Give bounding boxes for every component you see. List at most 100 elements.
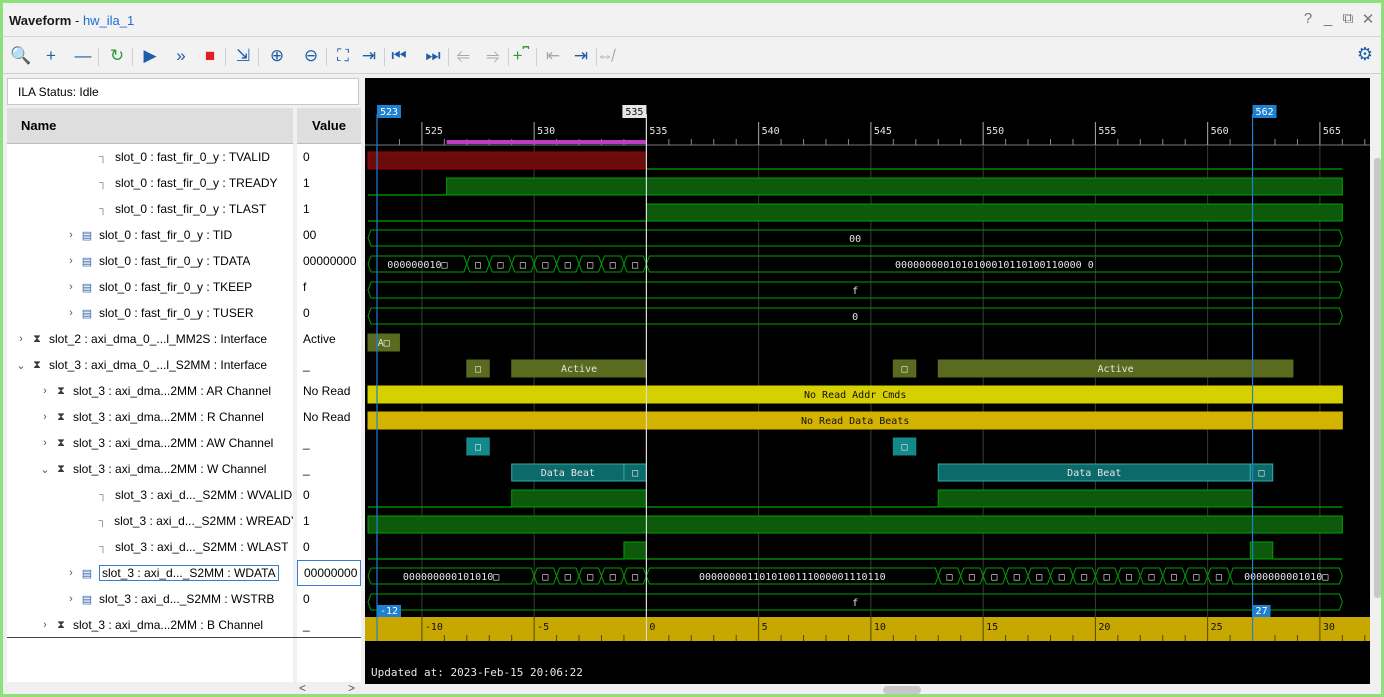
search-icon[interactable]: 🔍 (9, 44, 33, 68)
signal-value[interactable]: 1 (297, 170, 361, 196)
signal-value[interactable]: _ (297, 430, 361, 456)
add-icon[interactable]: + (39, 44, 63, 68)
scroll-right-icon[interactable]: > (348, 681, 355, 694)
minimize-icon[interactable]: _ (1321, 10, 1335, 28)
signal-row[interactable]: › ▤ slot_0 : fast_fir_0_y : TDATA (7, 248, 293, 274)
signal-row[interactable]: › ▤ slot_3 : axi_d..._S2MM : WDATA (7, 560, 293, 586)
signal-row[interactable]: › ▤ slot_3 : axi_d..._S2MM : WSTRB (7, 586, 293, 612)
wire-signal-icon: ┐ (99, 151, 107, 163)
waveform-canvas[interactable]: 525 530 535 540 545 550 555 560 565 00 000000010□ □… (365, 78, 1370, 684)
bus-value: □ (587, 260, 593, 271)
signal-value[interactable]: 0 (297, 534, 361, 560)
signal-row[interactable]: ┐ slot_3 : axi_d..._S2MM : WLAST (7, 534, 293, 560)
signal-value[interactable]: _ (297, 612, 361, 638)
expand-arrow-icon[interactable]: › (65, 281, 77, 293)
export-icon[interactable]: ⇲ (231, 44, 255, 68)
restore-icon[interactable]: ⧉ (1341, 10, 1355, 28)
expand-arrow-icon[interactable]: › (39, 385, 51, 397)
bus-signal-icon: ▤ (81, 281, 93, 294)
horizontal-scroll-thumb[interactable] (883, 686, 921, 694)
toolbar-separator (98, 48, 99, 66)
signal-row[interactable]: › ⧗ slot_3 : axi_dma...2MM : R Channel (7, 404, 293, 430)
vertical-scroll-thumb[interactable] (1374, 158, 1381, 598)
goto-end-icon[interactable]: ⏭ (421, 44, 445, 68)
signal-row[interactable]: ┐ slot_0 : fast_fir_0_y : TREADY (7, 170, 293, 196)
signal-value[interactable]: 1 (297, 196, 361, 222)
run-immediate-icon[interactable]: » (169, 44, 193, 68)
name-column-header[interactable]: Name (7, 108, 293, 144)
signal-value[interactable]: 00 (297, 222, 361, 248)
signal-row[interactable]: ┐ slot_3 : axi_d..._S2MM : WVALID (7, 482, 293, 508)
signal-value[interactable]: 00000000 (297, 560, 361, 586)
signal-row[interactable]: ⌄ ⧗ slot_3 : axi_dma...2MM : W Channel (7, 456, 293, 482)
signal-row[interactable]: › ▤ slot_0 : fast_fir_0_y : TKEEP (7, 274, 293, 300)
add-marker-icon[interactable]: +⎴ (509, 44, 533, 68)
run-trigger-icon[interactable]: ↻ (105, 44, 129, 68)
waveform-window: Waveform - hw_ila_1 ? _ ⧉ ✕ 🔍 + — ↻ ▶» ■ ⇲ ⊕ ⊖ ⛶ ⇥… (0, 0, 1384, 697)
value-column-scrollbar[interactable]: < > (293, 681, 361, 694)
signal-row[interactable]: › ▤ slot_0 : fast_fir_0_y : TID (7, 222, 293, 248)
ruler-range-marker (446, 140, 647, 144)
goto-start-icon[interactable]: ⏮ (387, 44, 411, 68)
goto-cursor-icon[interactable]: ⇥ (357, 44, 381, 68)
expand-arrow-icon[interactable]: › (65, 229, 77, 241)
expand-arrow-icon[interactable]: › (39, 411, 51, 423)
signal-row[interactable]: › ⧗ slot_2 : axi_dma_0_...l_MM2S : Interfa… (7, 326, 293, 352)
interface-label: No Read Data Beats (801, 416, 909, 427)
collapse-arrow-icon[interactable]: ⌄ (39, 463, 51, 476)
stop-icon[interactable]: ■ (198, 44, 222, 68)
signal-value[interactable]: Active (297, 326, 361, 352)
signal-value[interactable]: 0 (297, 144, 361, 170)
interface-label: □ (632, 468, 638, 479)
signal-row[interactable]: › ⧗ slot_3 : axi_dma...2MM : B Channel (7, 612, 293, 638)
signal-value[interactable]: _ (297, 456, 361, 482)
help-icon[interactable]: ? (1301, 10, 1315, 28)
horizontal-scrollbar[interactable] (365, 684, 1370, 694)
expand-arrow-icon[interactable]: › (65, 567, 77, 579)
zoom-fit-icon[interactable]: ⛶ (331, 44, 355, 68)
collapse-arrow-icon[interactable]: ⌄ (15, 359, 27, 372)
title-bar: Waveform - hw_ila_1 ? _ ⧉ ✕ (3, 3, 1381, 37)
interface-icon: ⧗ (57, 618, 65, 631)
close-icon[interactable]: ✕ (1361, 10, 1375, 28)
signal-row[interactable]: ┐ slot_3 : axi_d..._S2MM : WREADY (7, 508, 293, 534)
next-transition-icon[interactable]: ⥤ (481, 44, 505, 68)
signal-value[interactable]: No Read (297, 378, 361, 404)
remove-icon[interactable]: — (71, 44, 95, 68)
expand-arrow-icon[interactable]: › (65, 593, 77, 605)
signal-value[interactable]: f (297, 274, 361, 300)
value-column-header[interactable]: Value (297, 108, 361, 144)
expand-arrow-icon[interactable]: › (39, 619, 51, 631)
zoom-out-icon[interactable]: ⊖ (299, 44, 323, 68)
gear-icon[interactable]: ⚙ (1353, 44, 1377, 68)
expand-arrow-icon[interactable]: › (39, 437, 51, 449)
run-icon[interactable]: ▶ (138, 44, 162, 68)
signal-value[interactable]: No Read (297, 404, 361, 430)
expand-arrow-icon[interactable]: › (15, 333, 27, 345)
vertical-scrollbar[interactable] (1371, 78, 1381, 684)
signal-value[interactable]: 0 (297, 586, 361, 612)
prev-marker-icon[interactable]: ⇤ (541, 44, 565, 68)
bus-value: □ (1036, 572, 1042, 583)
signal-row[interactable]: › ▤ slot_0 : fast_fir_0_y : TUSER (7, 300, 293, 326)
name-column: Name ┐ slot_0 : fast_fir_0_y : TVALID ┐ slo… (7, 108, 293, 682)
next-marker-icon[interactable]: ⇥ (569, 44, 593, 68)
scroll-left-icon[interactable]: < (299, 681, 306, 694)
signal-value[interactable]: _ (297, 352, 361, 378)
signal-row[interactable]: ⌄ ⧗ slot_3 : axi_dma_0_...l_S2MM : Interfa… (7, 352, 293, 378)
signal-value[interactable]: 1 (297, 508, 361, 534)
expand-arrow-icon[interactable]: › (65, 255, 77, 267)
signal-row[interactable]: › ⧗ slot_3 : axi_dma...2MM : AR Channel (7, 378, 293, 404)
signal-row[interactable]: › ⧗ slot_3 : axi_dma...2MM : AW Channel (7, 430, 293, 456)
expand-arrow-icon[interactable]: › (65, 307, 77, 319)
signal-value[interactable]: 0 (297, 482, 361, 508)
signal-value[interactable]: 0 (297, 300, 361, 326)
signal-row[interactable]: ┐ slot_0 : fast_fir_0_y : TVALID (7, 144, 293, 170)
signal-row[interactable]: ┐ slot_0 : fast_fir_0_y : TLAST (7, 196, 293, 222)
bus-signal-icon: ▤ (81, 593, 93, 606)
signal-value[interactable]: 00000000 (297, 248, 361, 274)
prev-transition-icon[interactable]: ⥢ (451, 44, 475, 68)
waveform-svg[interactable]: 525 530 535 540 545 550 555 560 56500000000010□ □… (365, 78, 1370, 684)
bus-signal-icon: ▤ (81, 229, 93, 242)
zoom-in-icon[interactable]: ⊕ (265, 44, 289, 68)
